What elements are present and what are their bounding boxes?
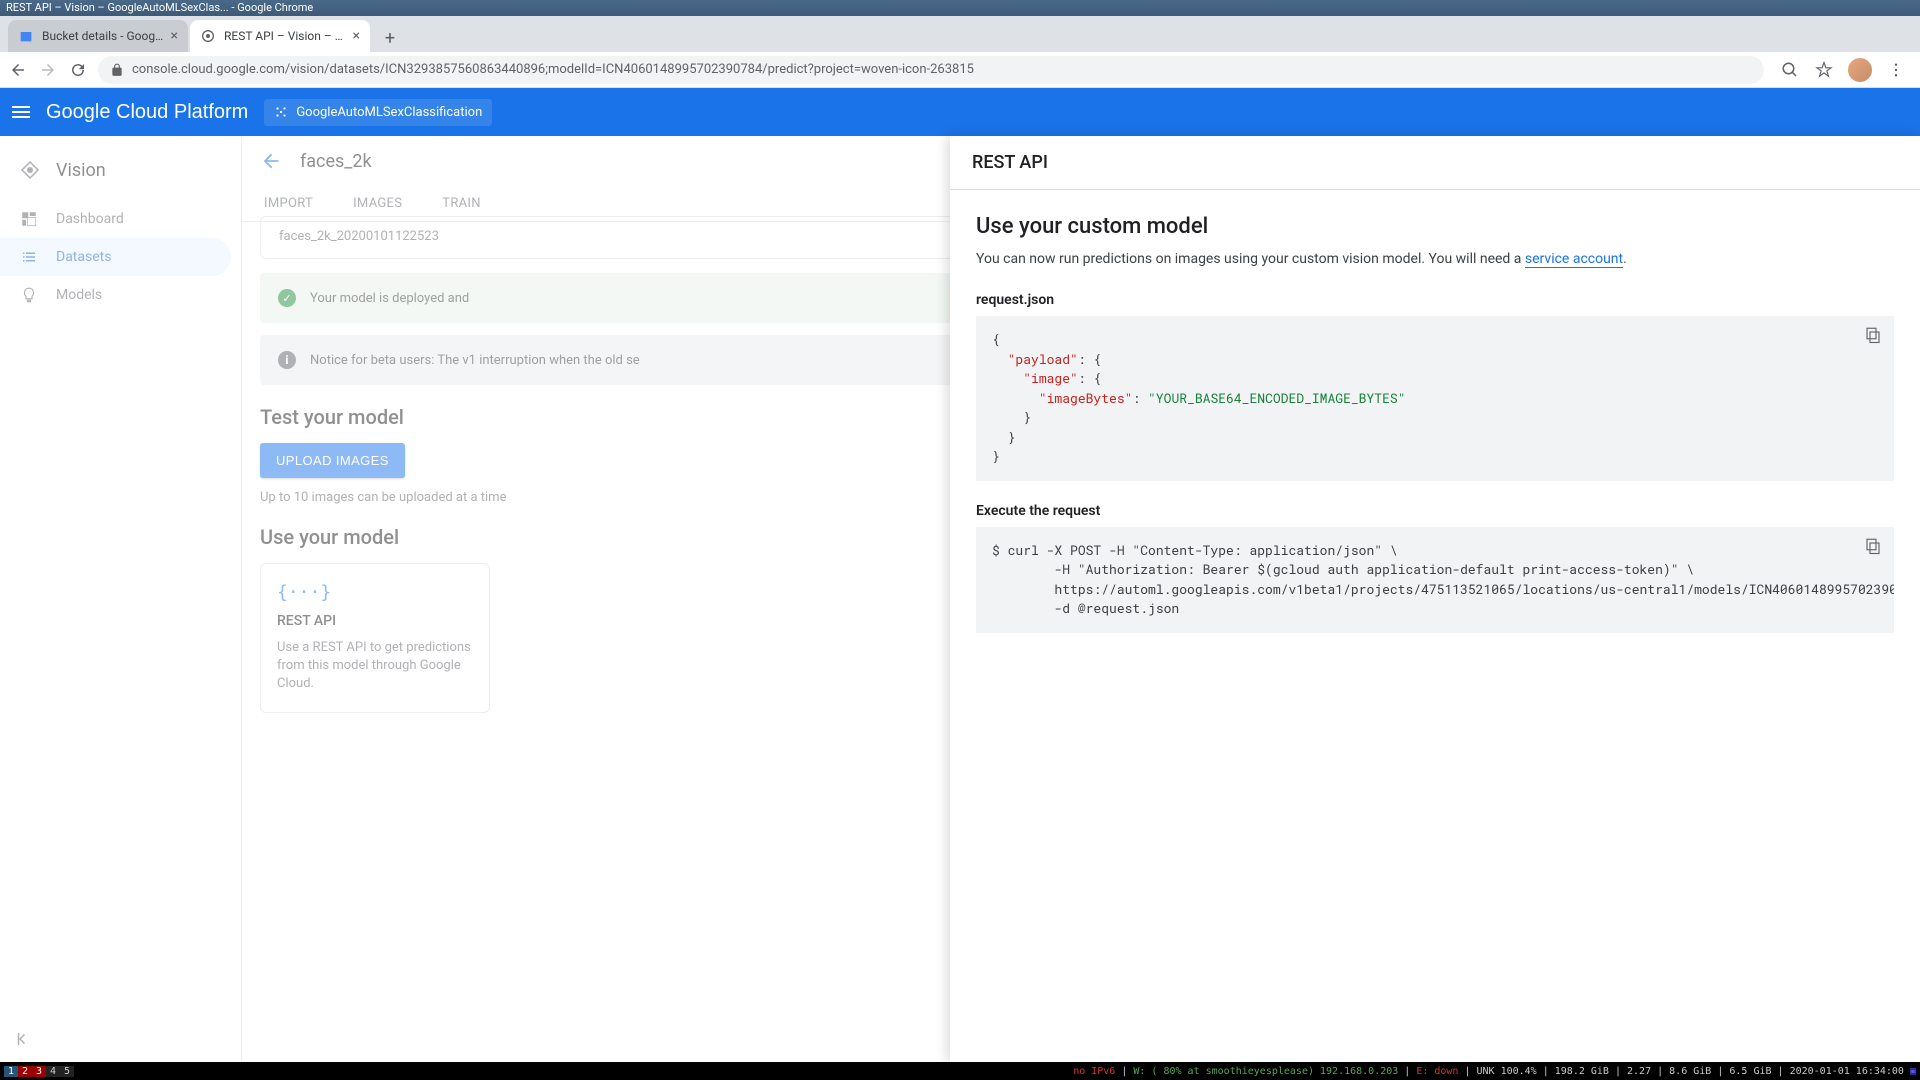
request-json-code[interactable]: { "payload": { "image": { "imageBytes": …: [976, 316, 1894, 481]
zoom-icon[interactable]: [1780, 60, 1800, 80]
gcp-header: Google Cloud Platform GoogleAutoMLSexCla…: [0, 88, 1920, 136]
bookmark-icon[interactable]: [1814, 60, 1834, 80]
tab-title: REST API – Vision – Goog: [224, 29, 347, 43]
gcp-logo[interactable]: Google Cloud Platform: [46, 101, 248, 124]
reload-icon[interactable]: [68, 60, 88, 80]
copy-icon[interactable]: [1864, 326, 1882, 344]
window-titlebar: REST API – Vision – GoogleAutoMLSexClas.…: [0, 0, 1920, 16]
service-account-link[interactable]: service account: [1525, 251, 1623, 268]
profile-avatar[interactable]: [1848, 58, 1872, 82]
forward-icon[interactable]: [38, 60, 58, 80]
sep: |: [1404, 1066, 1410, 1077]
status-stats: UNK 100.4% | 198.2 GiB | 2.27 | 8.6 GiB …: [1477, 1066, 1904, 1077]
curl-code[interactable]: $ curl -X POST -H "Content-Type: applica…: [976, 527, 1894, 633]
workspace-btn[interactable]: 5: [60, 1066, 74, 1077]
exec-request-label: Execute the request: [976, 503, 1894, 519]
url-text: console.cloud.google.com/vision/datasets…: [132, 62, 974, 77]
close-icon[interactable]: ×: [353, 28, 360, 44]
workspace-btn[interactable]: 3: [32, 1066, 46, 1077]
browser-tabstrip: Bucket details - GoogleAu × REST API – V…: [0, 16, 1920, 52]
i3-status-bar: 1 2 3 4 5 no IPv6 | W: ( 80% at smoothie…: [0, 1062, 1920, 1080]
copy-icon[interactable]: [1864, 537, 1882, 555]
tab-title: Bucket details - GoogleAu: [42, 29, 165, 43]
new-tab-button[interactable]: +: [376, 24, 404, 52]
browser-toolbar: console.cloud.google.com/vision/datasets…: [0, 52, 1920, 88]
workspaces[interactable]: 1 2 3 4 5: [4, 1066, 74, 1077]
project-icon: [274, 105, 288, 119]
tray-icon[interactable]: ▣: [1910, 1066, 1916, 1077]
browser-tab[interactable]: Bucket details - GoogleAu ×: [8, 20, 188, 52]
project-selector[interactable]: GoogleAutoMLSexClassification: [264, 99, 492, 126]
status-wifi: W: ( 80% at smoothieyesplease) 192.168.0…: [1133, 1066, 1398, 1077]
project-name: GoogleAutoMLSexClassification: [296, 105, 482, 120]
workspace-btn[interactable]: 4: [46, 1066, 60, 1077]
kebab-icon[interactable]: [1886, 60, 1906, 80]
request-json-label: request.json: [976, 292, 1894, 308]
drawer-heading: Use your custom model: [976, 214, 1894, 239]
back-icon[interactable]: [8, 60, 28, 80]
status-eth: E: down: [1416, 1066, 1458, 1077]
workspace-btn[interactable]: 1: [4, 1066, 18, 1077]
browser-tab[interactable]: REST API – Vision – Goog ×: [190, 20, 370, 52]
sep: |: [1121, 1066, 1127, 1077]
address-bar[interactable]: console.cloud.google.com/vision/datasets…: [98, 56, 1764, 84]
drawer-title: REST API: [950, 136, 1920, 190]
status-widgets: no IPv6 | W: ( 80% at smoothieyesplease)…: [1073, 1066, 1916, 1077]
drawer-intro: You can now run predictions on images us…: [976, 249, 1894, 270]
menu-icon[interactable]: [12, 106, 30, 118]
close-icon[interactable]: ×: [171, 28, 178, 44]
rest-api-drawer: REST API Use your custom model You can n…: [950, 136, 1920, 1062]
workspace-btn[interactable]: 2: [18, 1066, 32, 1077]
favicon-bucket-icon: [18, 28, 34, 44]
lock-icon: [110, 63, 124, 77]
status-ipv6: no IPv6: [1073, 1066, 1115, 1077]
sep: |: [1464, 1066, 1470, 1077]
favicon-gcp-icon: [200, 28, 216, 44]
